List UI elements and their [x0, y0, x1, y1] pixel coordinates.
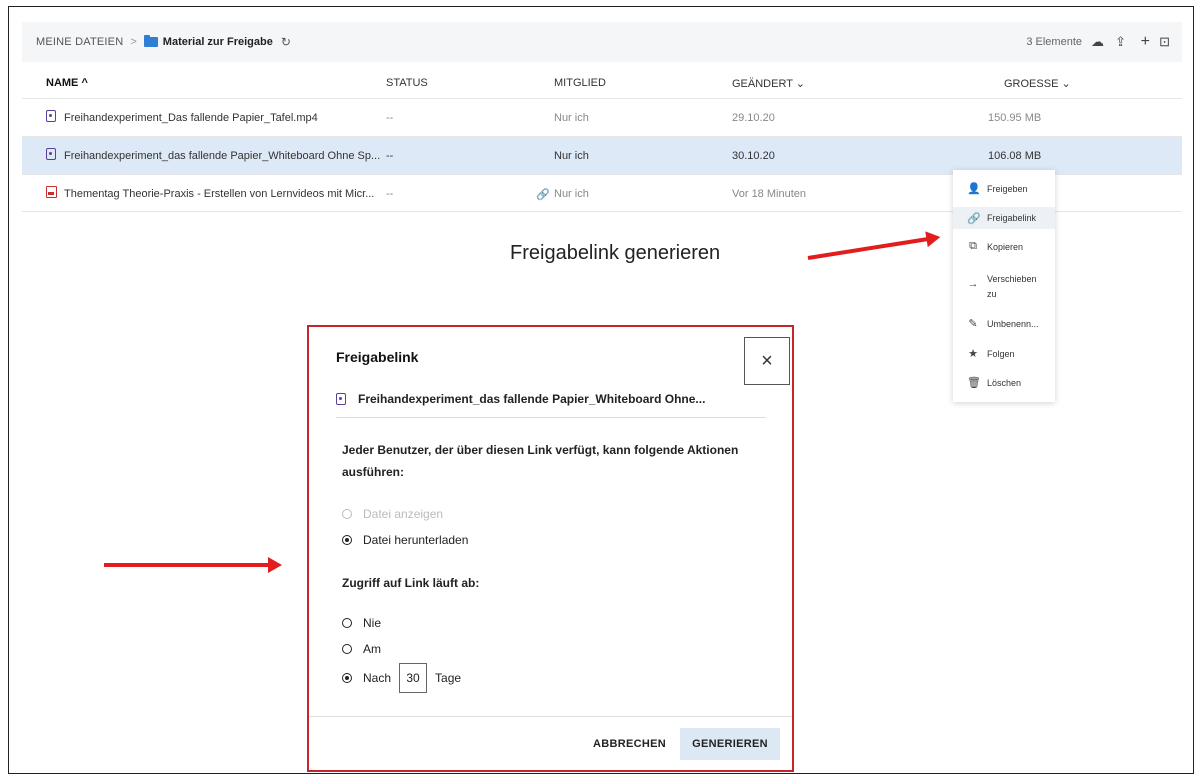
trash-icon: 🗑 — [967, 377, 981, 389]
menu-item-follow[interactable]: ★ Folgen — [967, 347, 1014, 360]
radio-expiry-on[interactable]: Am — [342, 642, 381, 656]
pencil-icon: ✎ — [968, 318, 978, 330]
footer-divider — [309, 716, 792, 717]
menu-item-copy[interactable]: ⧉ Kopieren — [967, 240, 1023, 253]
col-size[interactable]: GROESSE ⌄ — [1004, 77, 1071, 90]
add-icon[interactable]: + — [1141, 33, 1150, 51]
radio-indicator — [342, 509, 352, 519]
radio-download-file[interactable]: Datei herunterladen — [342, 533, 468, 547]
link-icon: 🔗 — [967, 212, 981, 225]
share-link-dialog: Freigabelink × Freihandexperiment_das fa… — [307, 325, 794, 772]
col-changed[interactable]: GEÄNDERT ⌄ — [732, 77, 805, 90]
table-row[interactable]: Freihandexperiment_Das fallende Papier_T… — [22, 98, 1182, 137]
file-member: Nur ich — [554, 188, 589, 200]
radio-indicator — [342, 644, 352, 654]
frame-right-edge — [1193, 426, 1194, 771]
generate-button[interactable]: GENERIEREN — [680, 728, 780, 760]
copy-icon: ⧉ — [969, 240, 977, 252]
item-count: 3 Elemente — [1026, 36, 1082, 48]
file-size: 150.95 MB — [988, 112, 1042, 124]
breadcrumb-current[interactable]: Material zur Freigabe — [163, 36, 273, 48]
upload-icon[interactable]: ⇪ — [1115, 34, 1126, 50]
menu-item-rename[interactable]: ✎ Umbenenn... — [967, 317, 1038, 330]
radio-indicator — [342, 673, 352, 683]
context-menu: 👤 Freigeben 🔗 Freigabelink ⧉ Kopieren → … — [953, 170, 1055, 402]
menu-item-delete[interactable]: 🗑 Löschen — [967, 376, 1021, 389]
frame-left-edge — [8, 426, 9, 771]
share-user-icon: 👤 — [967, 183, 981, 195]
expiry-title: Zugriff auf Link läuft ab: — [342, 576, 480, 590]
file-status: -- — [386, 188, 394, 200]
folder-icon — [143, 35, 158, 47]
dialog-file: Freihandexperiment_das fallende Papier_W… — [336, 391, 705, 406]
file-name[interactable]: Freihandexperiment_Das fallende Papier_T… — [64, 112, 318, 124]
file-member: Nur ich — [554, 112, 589, 124]
breadcrumb-separator: > — [130, 36, 137, 48]
arrow-right-icon: → — [967, 278, 979, 290]
file-name[interactable]: Freihandexperiment_das fallende Papier_W… — [64, 150, 380, 162]
days-unit: Tage — [435, 671, 462, 685]
breadcrumb-root[interactable]: MEINE DATEIEN — [36, 36, 123, 48]
days-input[interactable]: 30 — [399, 663, 428, 693]
video-file-icon — [46, 110, 56, 122]
file-name[interactable]: Thementag Theorie-Praxis - Erstellen von… — [64, 188, 374, 200]
radio-view-file[interactable]: Datei anzeigen — [342, 507, 443, 521]
menu-item-move[interactable]: → Verschieben zu — [967, 272, 1037, 302]
table-header: NAME ^ STATUS MITGLIED GEÄNDERT ⌄ GROESS… — [22, 67, 1182, 97]
file-size: 106.08 MB — [988, 150, 1042, 162]
dialog-description: Jeder Benutzer, der über diesen Link ver… — [342, 443, 739, 479]
dialog-divider — [336, 417, 766, 418]
annotation-arrow-left — [104, 557, 282, 573]
cancel-button[interactable]: ABBRECHEN — [593, 738, 666, 750]
col-name[interactable]: NAME ^ — [46, 77, 88, 89]
presentation-file-icon — [46, 186, 57, 198]
video-file-icon — [46, 148, 56, 160]
cloud-icon[interactable]: ☁ — [1091, 34, 1104, 50]
video-file-icon — [336, 393, 346, 405]
dialog-title: Freigabelink — [336, 349, 419, 365]
radio-expiry-after[interactable]: Nach 30 Tage — [342, 663, 461, 693]
file-changed: 29.10.20 — [732, 112, 775, 124]
file-changed: 30.10.20 — [732, 150, 775, 162]
col-status[interactable]: STATUS — [386, 77, 428, 89]
menu-item-share-link[interactable]: 🔗 Freigabelink — [953, 207, 1055, 229]
star-icon: ★ — [968, 348, 978, 360]
file-changed: Vor 18 Minuten — [732, 188, 806, 200]
radio-indicator — [342, 535, 352, 545]
file-status: -- — [386, 150, 394, 162]
close-button[interactable]: × — [744, 337, 790, 385]
breadcrumb-bar: MEINE DATEIEN > Material zur Freigabe ↻ … — [22, 22, 1182, 62]
file-member: Nur ich — [554, 150, 589, 162]
file-status: -- — [386, 112, 394, 124]
link-icon: 🔗 — [536, 189, 550, 201]
refresh-icon[interactable]: ↻ — [281, 35, 291, 49]
annotation-label: Freigabelink generieren — [510, 242, 721, 264]
radio-indicator — [342, 618, 352, 628]
col-member[interactable]: MITGLIED — [554, 77, 606, 89]
radio-expiry-never[interactable]: Nie — [342, 616, 381, 630]
menu-item-share[interactable]: 👤 Freigeben — [967, 182, 1028, 195]
new-folder-icon[interactable]: ⊡ — [1159, 34, 1170, 50]
